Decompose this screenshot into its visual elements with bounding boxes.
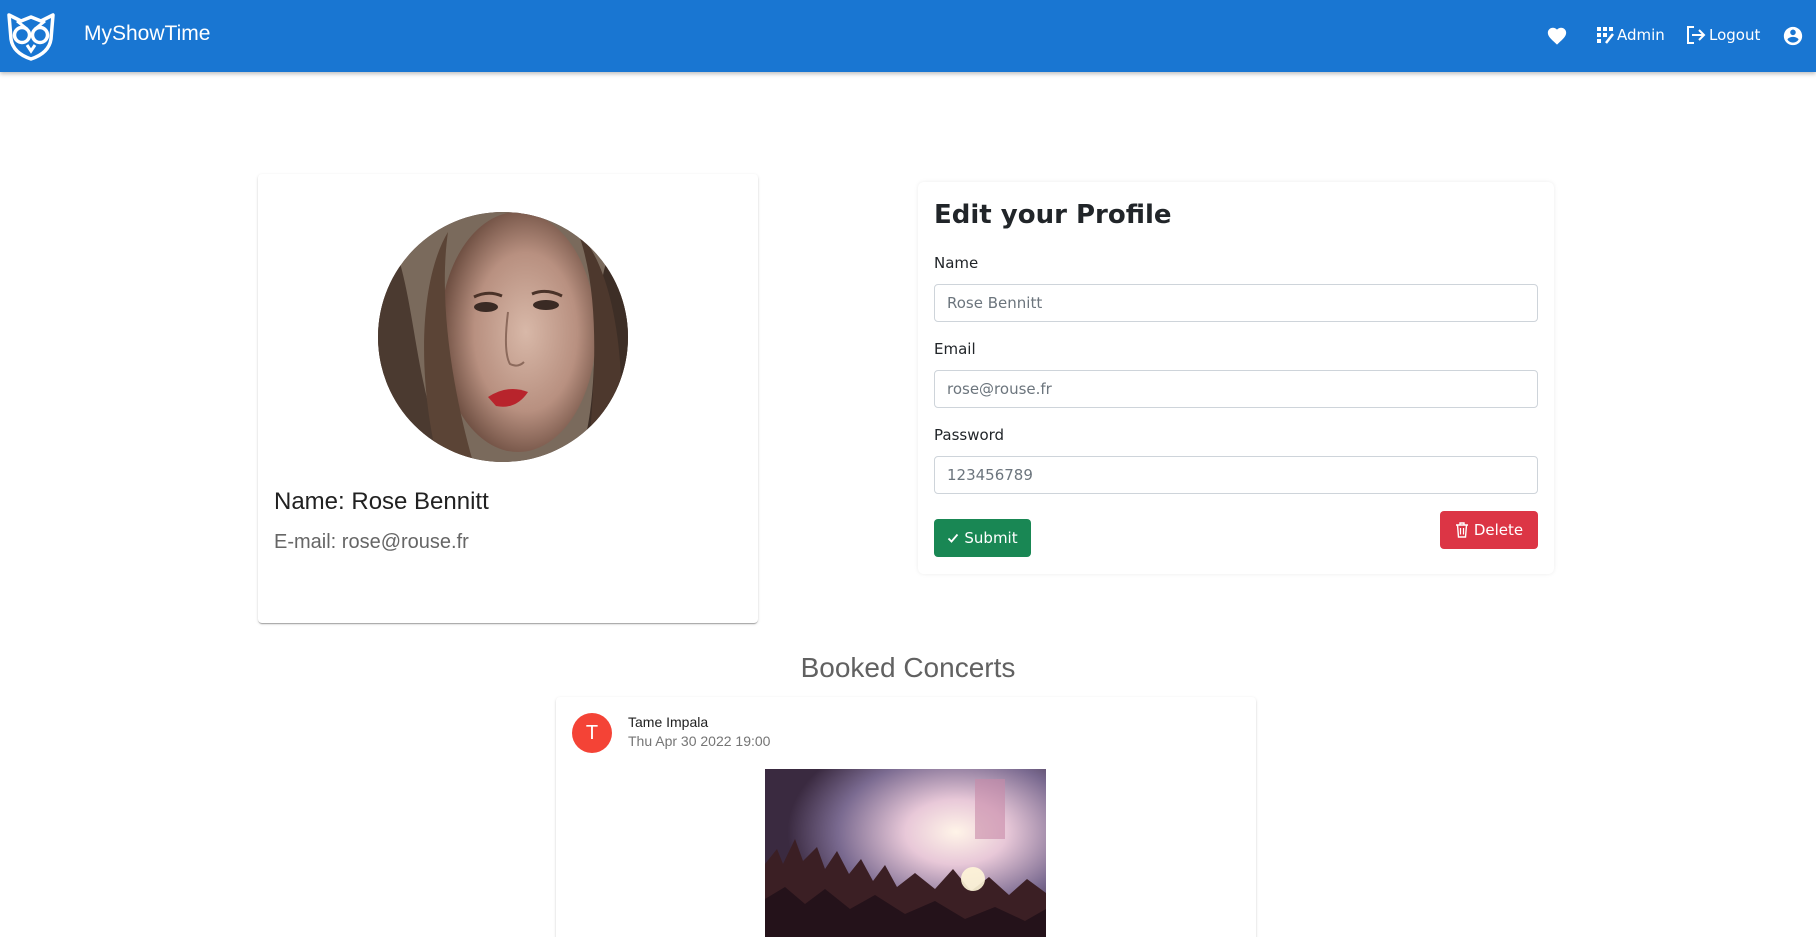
concert-artist: Tame Impala <box>628 714 709 730</box>
email-label: Email <box>934 340 976 358</box>
trash-icon <box>1455 522 1468 538</box>
submit-button[interactable]: Submit <box>934 519 1031 557</box>
owl-logo-icon[interactable] <box>5 9 57 61</box>
password-label: Password <box>934 426 1005 444</box>
edit-profile-form: Edit your Profile Name Email Password Su… <box>918 182 1554 574</box>
admin-button[interactable]: Admin <box>1596 26 1665 44</box>
edit-profile-title: Edit your Profile <box>934 200 1172 230</box>
favorites-heart-icon[interactable] <box>1546 25 1568 47</box>
dashboard-grid-icon <box>1597 27 1614 44</box>
profile-email: E-mail: rose@rouse.fr <box>274 531 469 553</box>
concert-initial-avatar: T <box>572 713 612 753</box>
logout-button[interactable]: Logout <box>1686 26 1760 44</box>
delete-button[interactable]: Delete <box>1440 511 1538 549</box>
profile-name: Name: Rose Bennitt <box>274 488 489 515</box>
profile-card: Name: Rose Bennitt E-mail: rose@rouse.fr <box>258 174 758 623</box>
account-circle-icon[interactable] <box>1782 25 1804 47</box>
logout-label: Logout <box>1709 26 1761 44</box>
concert-image <box>765 769 1046 937</box>
booked-concerts-heading: Booked Concerts <box>800 652 1016 683</box>
concert-date: Thu Apr 30 2022 19:00 <box>628 733 771 749</box>
delete-label: Delete <box>1473 521 1524 539</box>
password-input[interactable] <box>934 456 1538 494</box>
top-navbar: MyShowTime Admin Logout <box>0 0 1816 72</box>
concert-card[interactable]: T Tame Impala Thu Apr 30 2022 19:00 <box>556 697 1256 937</box>
brand-title[interactable]: MyShowTime <box>84 22 210 46</box>
email-input[interactable] <box>934 370 1538 408</box>
logout-icon <box>1687 26 1706 44</box>
name-input[interactable] <box>934 284 1538 322</box>
submit-label: Submit <box>964 529 1018 547</box>
check-icon <box>948 533 959 543</box>
name-label: Name <box>934 254 979 272</box>
profile-avatar <box>378 212 628 462</box>
admin-label: Admin <box>1617 26 1665 44</box>
